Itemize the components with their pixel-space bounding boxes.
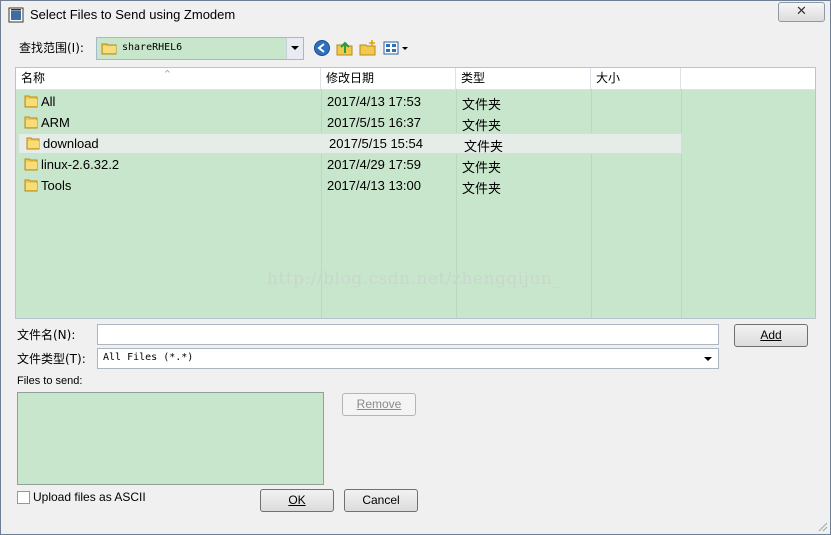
dropdown-arrow[interactable]: [286, 38, 303, 59]
file-name: linux-2.6.32.2: [41, 157, 120, 172]
title-bar[interactable]: Select Files to Send using Zmodem ✕: [1, 1, 830, 29]
app-icon: [8, 7, 24, 23]
file-type-label: 文件类型(T):: [17, 352, 86, 366]
close-icon: ✕: [796, 4, 807, 19]
close-button[interactable]: ✕: [778, 2, 825, 22]
files-to-send-list[interactable]: [17, 392, 324, 485]
list-header: ^ 名称 修改日期 类型 大小: [16, 68, 815, 90]
chevron-down-icon: [291, 46, 299, 50]
look-in-dropdown[interactable]: shareRHEL6: [96, 37, 304, 60]
folder-icon: [26, 137, 40, 150]
file-name: Tools: [41, 178, 72, 193]
file-modified: 2017/5/15 15:54: [329, 136, 423, 151]
zmodem-dialog: Select Files to Send using Zmodem ✕ 查找范围…: [0, 0, 831, 535]
back-icon[interactable]: [313, 39, 331, 57]
list-item[interactable]: All 2017/4/13 17:53 文件夹: [16, 91, 681, 112]
file-type: 文件夹: [462, 118, 502, 133]
list-item[interactable]: linux-2.6.32.2 2017/4/29 17:59 文件夹: [16, 154, 681, 175]
folder-icon: [24, 158, 38, 171]
list-item[interactable]: download 2017/5/15 15:54 文件夹: [18, 133, 682, 154]
column-divider: [681, 89, 682, 318]
window-title: Select Files to Send using Zmodem: [30, 7, 236, 22]
view-menu-icon[interactable]: [383, 39, 411, 57]
chevron-down-icon: [704, 357, 712, 361]
new-folder-icon[interactable]: [359, 39, 377, 57]
file-name: ARM: [41, 115, 70, 130]
list-item[interactable]: ARM 2017/5/15 16:37 文件夹: [16, 112, 681, 133]
column-header-name[interactable]: ^ 名称: [16, 68, 321, 89]
sort-ascending-icon: ^: [164, 69, 171, 78]
add-button[interactable]: Add: [734, 324, 808, 347]
file-type-dropdown[interactable]: All Files (*.*): [97, 348, 719, 369]
file-type: 文件夹: [464, 139, 504, 154]
files-to-send-label: Files to send:: [17, 375, 83, 387]
file-modified: 2017/4/13 17:53: [327, 94, 421, 109]
look-in-value: shareRHEL6: [122, 42, 183, 53]
cancel-button[interactable]: Cancel: [344, 489, 418, 512]
column-header-size[interactable]: 大小: [591, 68, 681, 89]
file-modified: 2017/4/13 13:00: [327, 178, 421, 193]
watermark: http://blog.csdn.net/zhengqijun_: [267, 269, 562, 289]
file-type: 文件夹: [462, 160, 502, 175]
column-header-type[interactable]: 类型: [456, 68, 591, 89]
resize-grip-icon[interactable]: [818, 522, 828, 532]
file-modified: 2017/5/15 16:37: [327, 115, 421, 130]
file-type: 文件夹: [462, 97, 502, 112]
ok-button[interactable]: OK: [260, 489, 334, 512]
folder-icon: [24, 179, 38, 192]
ascii-checkbox[interactable]: [17, 491, 30, 504]
folder-icon: [101, 43, 117, 55]
file-type: 文件夹: [462, 181, 502, 196]
ascii-checkbox-label[interactable]: Upload files as ASCII: [33, 490, 146, 504]
file-list[interactable]: ^ 名称 修改日期 类型 大小 All 2017/4/13 17:53 文件夹 ARM…: [15, 67, 816, 319]
look-in-label: 查找范围(I):: [19, 41, 84, 55]
file-type-value: All Files (*.*): [103, 352, 194, 363]
file-name-input[interactable]: [97, 324, 719, 345]
file-name-label: 文件名(N):: [17, 328, 76, 342]
file-modified: 2017/4/29 17:59: [327, 157, 421, 172]
list-item[interactable]: Tools 2017/4/13 13:00 文件夹: [16, 175, 681, 196]
up-folder-icon[interactable]: [336, 39, 354, 57]
file-name: download: [43, 136, 99, 151]
remove-button[interactable]: Remove: [342, 393, 416, 416]
folder-icon: [24, 116, 38, 129]
folder-icon: [24, 95, 38, 108]
column-header-modified[interactable]: 修改日期: [321, 68, 456, 89]
file-name: All: [41, 94, 56, 109]
